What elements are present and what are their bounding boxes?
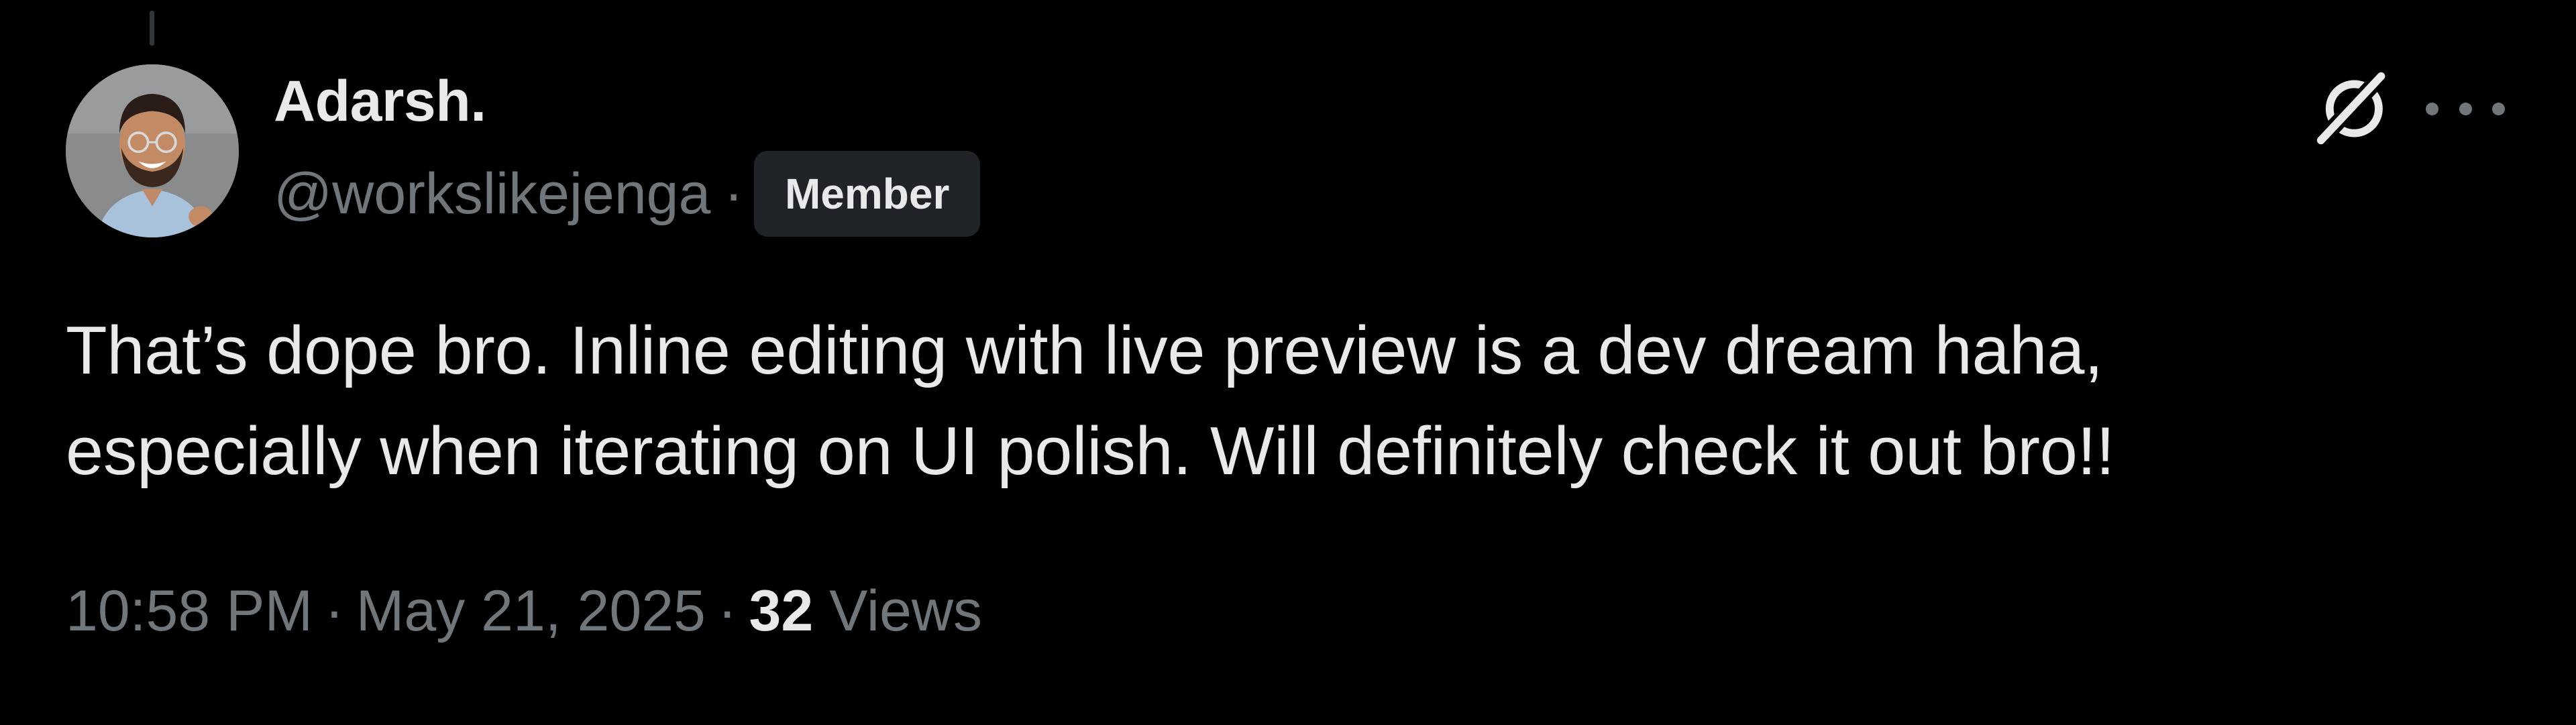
more-dot-icon [2492, 102, 2505, 115]
views-count: 32 [749, 579, 814, 643]
tweet-meta: 10:58 PM · May 21, 2025 · 32 Views [66, 582, 982, 640]
author-display-name[interactable]: Adarsh. [274, 72, 486, 130]
handle-separator: · [724, 162, 743, 226]
more-dot-icon [2459, 102, 2472, 115]
tweet-text-line: That’s dope bro. Inline editing with liv… [66, 313, 2103, 388]
meta-separator: · [717, 579, 737, 643]
avatar-image [66, 64, 239, 237]
meta-separator: · [325, 579, 344, 643]
author-handle[interactable]: @workslikejenga [274, 165, 710, 223]
avatar[interactable] [66, 64, 239, 237]
more-dot-icon [2426, 102, 2438, 115]
grok-icon[interactable] [2313, 68, 2392, 148]
tweet-card: Adarsh. @workslikejenga · Member That’s … [0, 0, 2576, 725]
thread-connector-line [150, 11, 154, 46]
author-handle-row: @workslikejenga · Member [274, 151, 981, 237]
tweet-text: That’s dope bro. Inline editing with liv… [66, 300, 2508, 502]
member-badge[interactable]: Member [753, 151, 981, 237]
views-label: Views [829, 579, 982, 643]
tweet-date[interactable]: May 21, 2025 [356, 579, 706, 643]
more-options-icon[interactable] [2426, 93, 2505, 125]
tweet-time[interactable]: 10:58 PM [66, 579, 313, 643]
tweet-text-line: especially when iterating on UI polish. … [66, 414, 2115, 489]
